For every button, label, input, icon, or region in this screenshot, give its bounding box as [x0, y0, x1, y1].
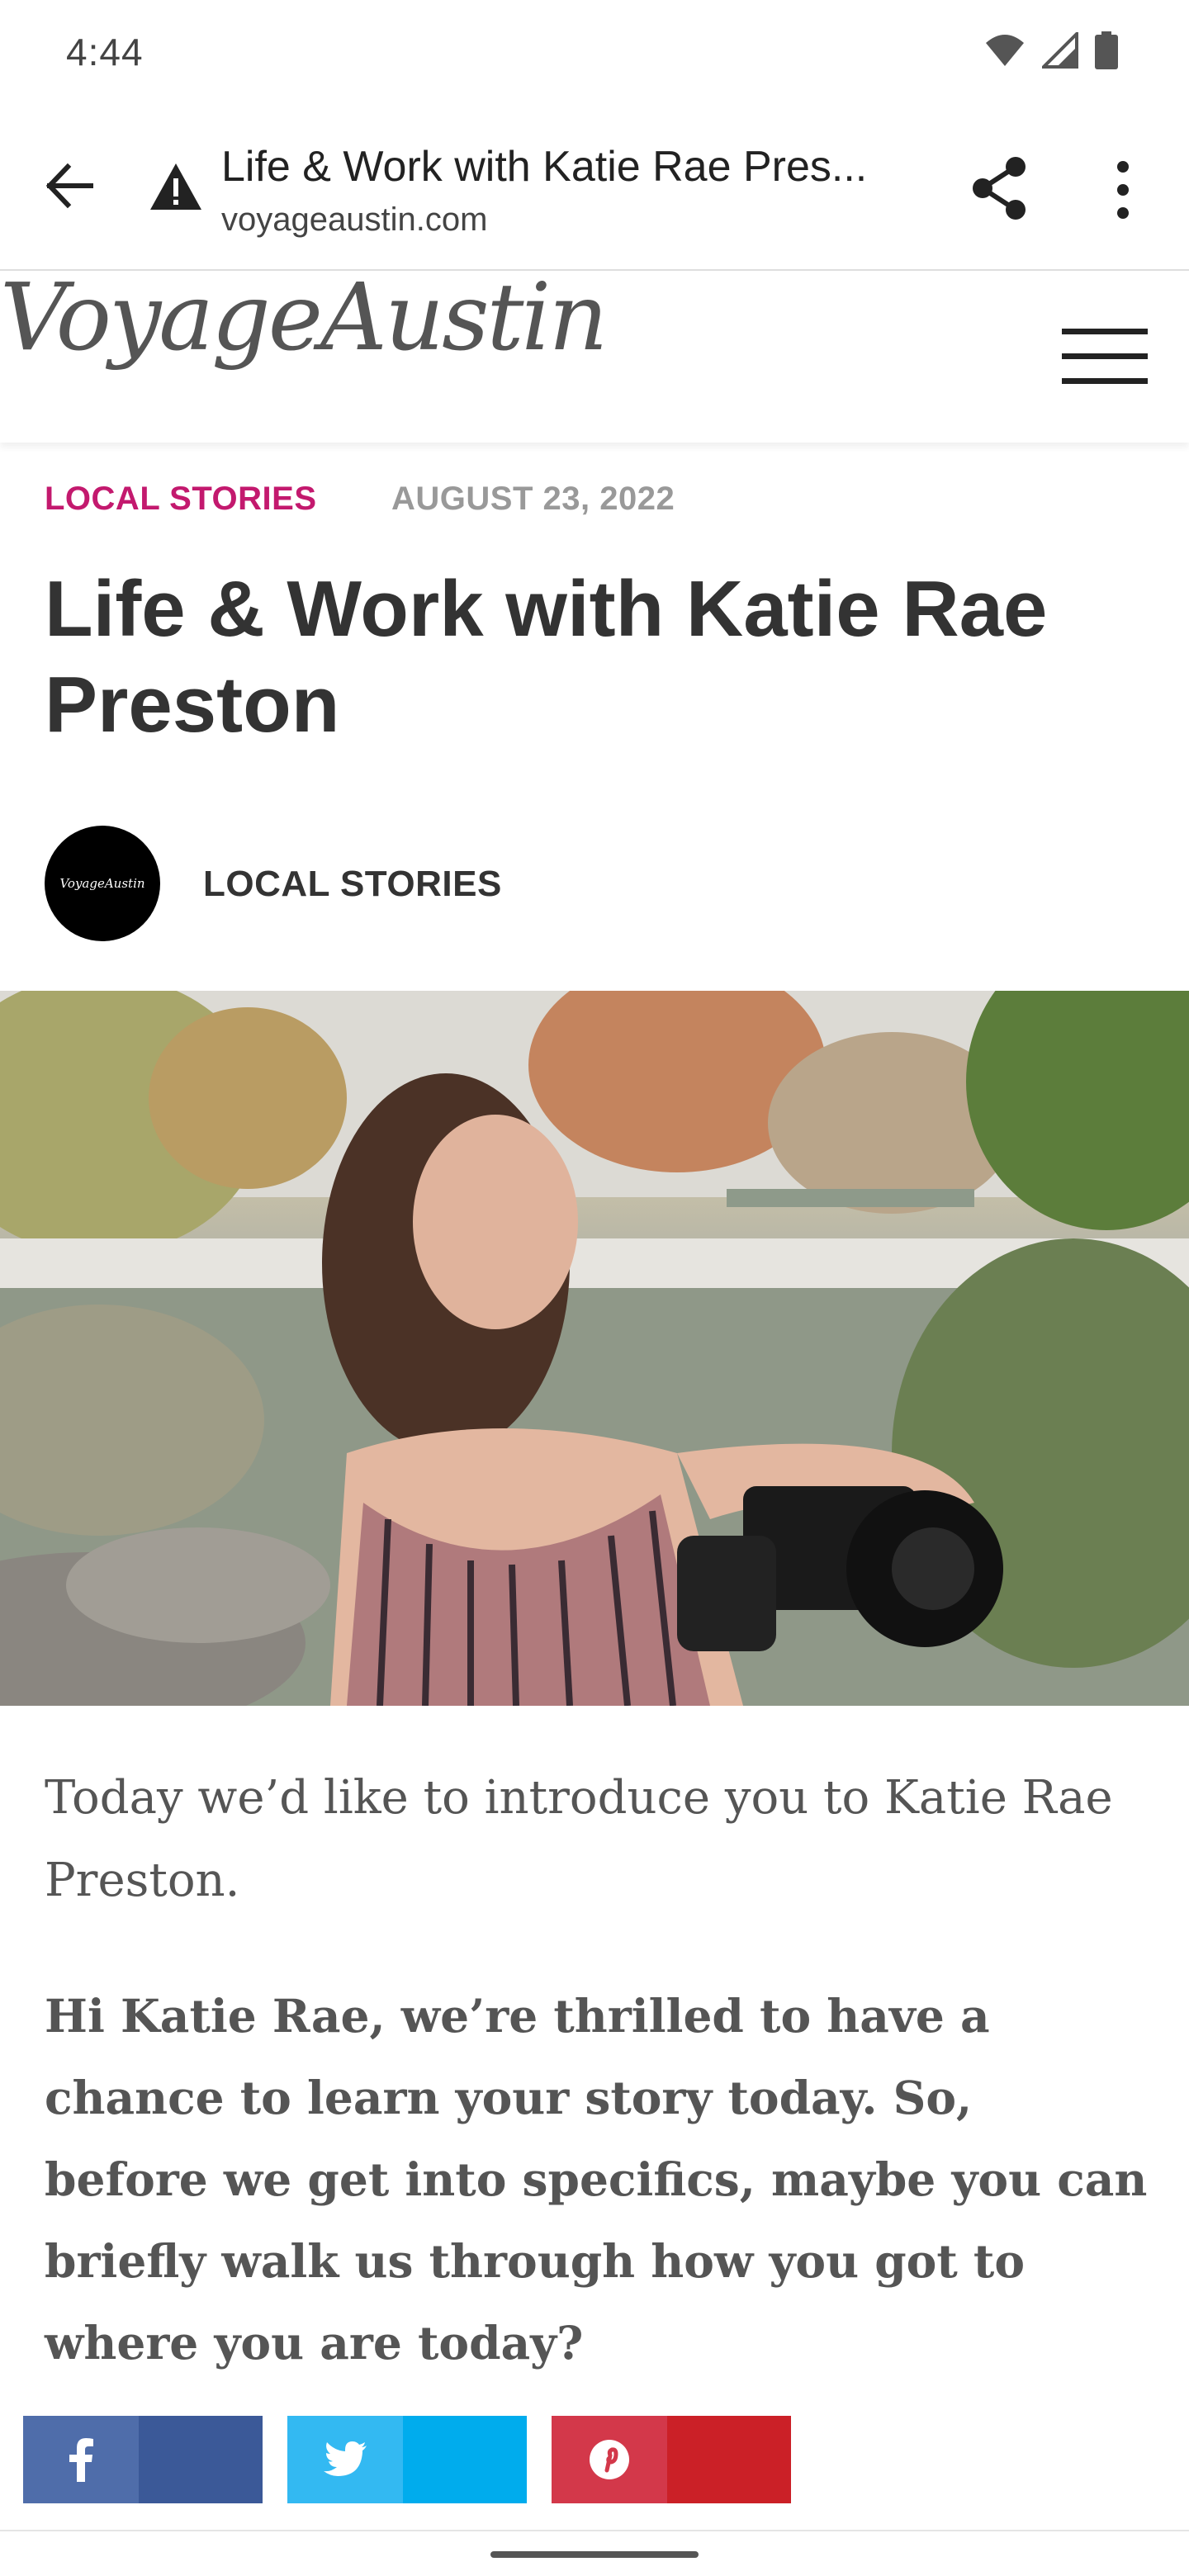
avatar-logo-text: VoyageAustin — [59, 876, 145, 891]
interview-question: Hi Katie Rae, we’re thrilled to have a c… — [45, 1989, 1148, 2370]
site-header: VoyageAustin — [0, 264, 1189, 443]
status-bar: 4:44 — [0, 0, 1189, 107]
pinterest-icon — [590, 2440, 629, 2479]
twitter-share-button[interactable] — [287, 2416, 527, 2503]
author-name[interactable]: LOCAL STORIES — [203, 864, 502, 905]
category-link[interactable]: LOCAL STORIES — [45, 481, 317, 517]
hero-photo-illustration — [0, 991, 1189, 1706]
pinterest-share-button[interactable] — [552, 2416, 791, 2503]
back-arrow-icon[interactable] — [41, 157, 99, 215]
warning-icon[interactable] — [149, 162, 203, 211]
hamburger-icon[interactable] — [1062, 329, 1148, 386]
share-icon[interactable] — [968, 155, 1030, 221]
browser-toolbar: Life & Work with Katie Rae Pres... voyag… — [0, 107, 1189, 271]
url-domain[interactable]: voyageaustin.com — [221, 201, 487, 239]
twitter-icon — [324, 2441, 367, 2476]
intro-paragraph: Today we’d like to introduce you to Kati… — [45, 1771, 1113, 1907]
article-date: AUGUST 23, 2022 — [391, 481, 675, 517]
status-time: 4:44 — [66, 31, 144, 73]
facebook-icon — [69, 2438, 93, 2482]
author-avatar[interactable]: VoyageAustin — [45, 826, 160, 941]
gesture-nav-handle[interactable] — [490, 2551, 699, 2558]
social-share-bar — [23, 2416, 791, 2503]
status-icons — [984, 31, 1118, 69]
signal-icon — [1042, 32, 1078, 69]
battery-icon — [1095, 31, 1118, 69]
page-title[interactable]: Life & Work with Katie Rae Pres... — [221, 142, 907, 192]
article-meta: LOCAL STORIES AUGUST 23, 2022 — [45, 481, 675, 518]
facebook-share-button[interactable] — [23, 2416, 263, 2503]
site-logo[interactable]: VoyageAustin — [0, 264, 609, 372]
author-row: VoyageAustin LOCAL STORIES — [45, 826, 705, 941]
hero-photo — [0, 991, 1189, 1706]
bottom-divider — [0, 2530, 1189, 2531]
wifi-icon — [986, 35, 1024, 66]
article-title: Life & Work with Katie Rae Preston — [45, 565, 1048, 749]
more-vert-icon[interactable] — [1106, 157, 1139, 223]
